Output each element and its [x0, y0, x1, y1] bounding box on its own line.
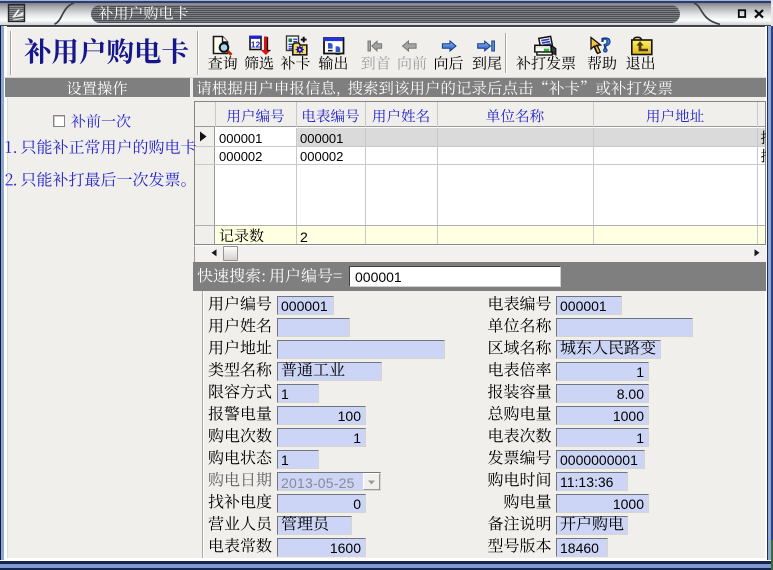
svg-text:12: 12 — [251, 40, 261, 50]
svg-text:?: ? — [601, 33, 612, 57]
